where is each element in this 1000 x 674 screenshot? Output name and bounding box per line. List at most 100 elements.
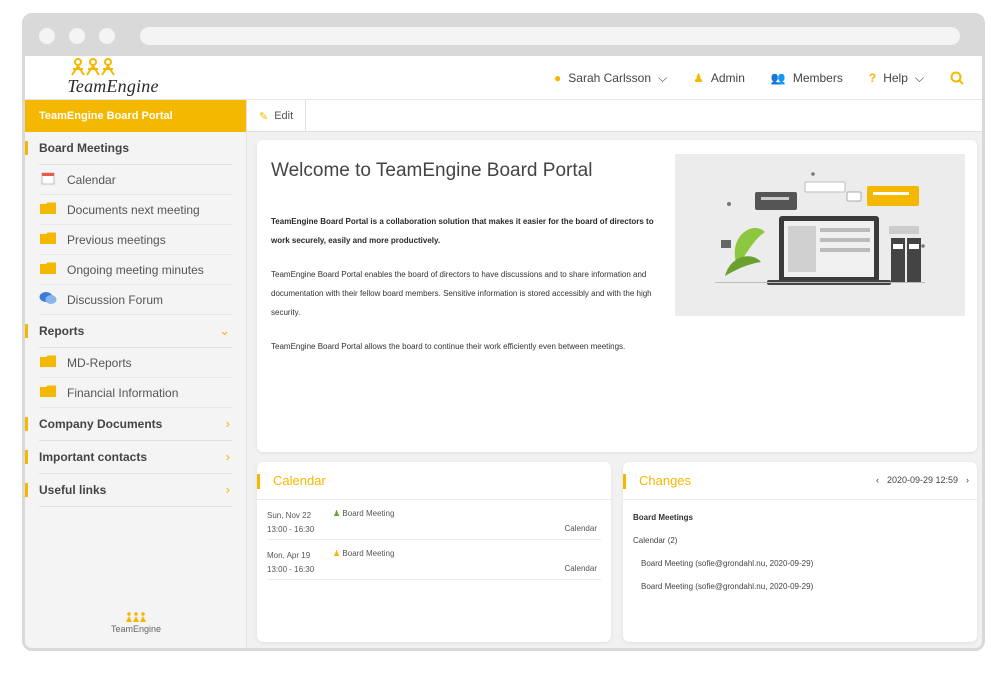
admin-icon: ♟	[693, 71, 704, 85]
sidebar-item-label: MD-Reports	[67, 355, 132, 370]
calendar-icon	[39, 171, 57, 188]
section-useful-links[interactable]: Useful links ›	[25, 474, 232, 507]
members-link[interactable]: 👥 Members	[771, 71, 843, 85]
calendar-event[interactable]: Sun, Nov 22 13:00 - 16:30 ♟ Board Meetin…	[267, 500, 601, 540]
event-title-text: Board Meeting	[342, 549, 395, 558]
changes-card: Changes ‹ 2020-09-29 12:59 › Board Meeti…	[623, 462, 977, 642]
changes-date: 2020-09-29 12:59	[886, 475, 958, 485]
section-label: Important contacts	[39, 450, 148, 464]
section-marker	[25, 483, 28, 497]
changes-card-title: Changes	[639, 473, 692, 488]
sidebar-item-label: Documents next meeting	[67, 202, 200, 217]
event-calendar-link[interactable]: Calendar	[565, 524, 597, 533]
address-bar[interactable]	[140, 27, 960, 45]
chevron-right-icon[interactable]: ›	[966, 475, 969, 485]
app-header: TeamEngine ● Sarah Carlsson ⌵ ♟ Admin 👥 …	[25, 56, 982, 100]
change-entry[interactable]: Board Meeting (sofie@grondahl.nu, 2020-0…	[633, 575, 967, 598]
section-important-contacts[interactable]: Important contacts ›	[25, 441, 232, 474]
calendar-event[interactable]: Mon, Apr 19 13:00 - 16:30 ♟ Board Meetin…	[267, 540, 601, 580]
folder-icon	[39, 355, 57, 370]
event-date: Sun, Nov 22 13:00 - 16:30	[267, 509, 314, 537]
welcome-card: Welcome to TeamEngine Board Portal TeamE…	[257, 140, 977, 452]
welcome-text: TeamEngine Board Portal is a collaborati…	[271, 212, 671, 371]
section-board-meetings[interactable]: Board Meetings	[25, 132, 232, 165]
window-close-dot[interactable]	[39, 28, 55, 44]
sidebar-item-discussion-forum[interactable]: Discussion Forum	[39, 285, 232, 315]
window-minimize-dot[interactable]	[69, 28, 85, 44]
event-time: 13:00 - 16:30	[267, 525, 315, 534]
chat-bubbles-icon	[39, 291, 57, 308]
admin-label: Admin	[710, 71, 745, 85]
section-company-documents[interactable]: Company Documents ›	[25, 408, 232, 441]
event-day: Mon, Apr 19	[267, 551, 311, 560]
event-title: ♟ Board Meeting	[333, 549, 394, 558]
edit-button[interactable]: ✎ Edit	[247, 100, 307, 132]
event-time: 13:00 - 16:30	[267, 565, 315, 574]
teamengine-logo[interactable]: TeamEngine	[63, 58, 163, 98]
logo-text: TeamEngine	[67, 76, 159, 96]
event-date: Mon, Apr 19 13:00 - 16:30	[267, 549, 314, 577]
attendee-icon: ♟	[333, 509, 341, 518]
sidebar-footer-logo: TeamEngine	[25, 612, 247, 634]
section-marker	[25, 450, 28, 464]
welcome-paragraph-2: TeamEngine Board Portal enables the boar…	[271, 270, 652, 317]
help-icon: ?	[868, 71, 877, 85]
top-navigation: ● Sarah Carlsson ⌵ ♟ Admin 👥 Members ? H…	[554, 56, 964, 100]
folder-icon	[39, 232, 57, 247]
card-marker	[623, 474, 626, 489]
section-label: Board Meetings	[39, 141, 130, 155]
sidebar-item-documents-next-meeting[interactable]: Documents next meeting	[39, 195, 232, 225]
edit-icon: ✎	[259, 110, 269, 123]
section-label: Reports	[39, 324, 85, 338]
footer-logo-text: TeamEngine	[110, 624, 162, 634]
folder-icon	[39, 202, 57, 217]
event-calendar-link[interactable]: Calendar	[565, 564, 597, 573]
portal-title[interactable]: TeamEngine Board Portal	[25, 100, 246, 132]
user-menu[interactable]: ● Sarah Carlsson ⌵	[554, 71, 667, 86]
chevron-down-icon: ⌵	[914, 70, 924, 85]
sidebar-item-previous-meetings[interactable]: Previous meetings	[39, 225, 232, 255]
sidebar-item-label: Ongoing meeting minutes	[67, 262, 204, 277]
window-maximize-dot[interactable]	[99, 28, 115, 44]
changes-list: Board Meetings Calendar (2) Board Meetin…	[623, 500, 977, 604]
change-entry[interactable]: Board Meeting (sofie@grondahl.nu, 2020-0…	[633, 552, 967, 575]
admin-link[interactable]: ♟ Admin	[693, 71, 745, 85]
browser-chrome	[25, 16, 982, 56]
attendee-icon: ♟	[333, 549, 341, 558]
welcome-title: Welcome to TeamEngine Board Portal	[271, 160, 593, 181]
section-label: Company Documents	[39, 417, 163, 431]
edit-label: Edit	[274, 110, 294, 122]
logo-people-icon	[71, 58, 115, 76]
calendar-card-header: Calendar	[257, 462, 611, 500]
changes-date-nav: ‹ 2020-09-29 12:59 ›	[876, 475, 969, 485]
folder-icon	[39, 385, 57, 400]
chevron-left-icon[interactable]: ‹	[876, 475, 879, 485]
welcome-paragraph-1: TeamEngine Board Portal is a collaborati…	[271, 217, 654, 245]
logo-people-icon	[126, 612, 146, 622]
sidebar-item-label: Calendar	[67, 172, 116, 187]
chevron-down-icon: ⌄	[219, 323, 230, 338]
user-avatar-icon: ●	[554, 71, 562, 85]
search-button[interactable]	[950, 71, 964, 85]
section-label: Useful links	[39, 483, 107, 497]
sidebar-item-md-reports[interactable]: MD-Reports	[39, 348, 232, 378]
card-marker	[257, 474, 260, 489]
chevron-right-icon: ›	[225, 416, 230, 431]
section-marker	[25, 417, 28, 431]
user-name: Sarah Carlsson	[568, 71, 651, 85]
folder-icon	[39, 262, 57, 277]
section-reports[interactable]: Reports ⌄	[25, 315, 232, 348]
members-icon: 👥	[770, 71, 786, 85]
event-title-text: Board Meeting	[342, 509, 395, 518]
help-menu[interactable]: ? Help ⌵	[869, 71, 924, 86]
search-icon	[950, 71, 964, 85]
sidebar-item-ongoing-minutes[interactable]: Ongoing meeting minutes	[39, 255, 232, 285]
welcome-illustration	[675, 154, 965, 316]
sidebar-item-financial-information[interactable]: Financial Information	[39, 378, 232, 408]
event-day: Sun, Nov 22	[267, 511, 312, 520]
event-title: ♟ Board Meeting	[333, 509, 394, 518]
sidebar-item-calendar[interactable]: Calendar	[39, 165, 232, 195]
section-marker	[25, 324, 28, 338]
changes-section-heading: Board Meetings	[633, 513, 694, 522]
sidebar: TeamEngine Board Portal Board Meetings C…	[25, 100, 247, 648]
